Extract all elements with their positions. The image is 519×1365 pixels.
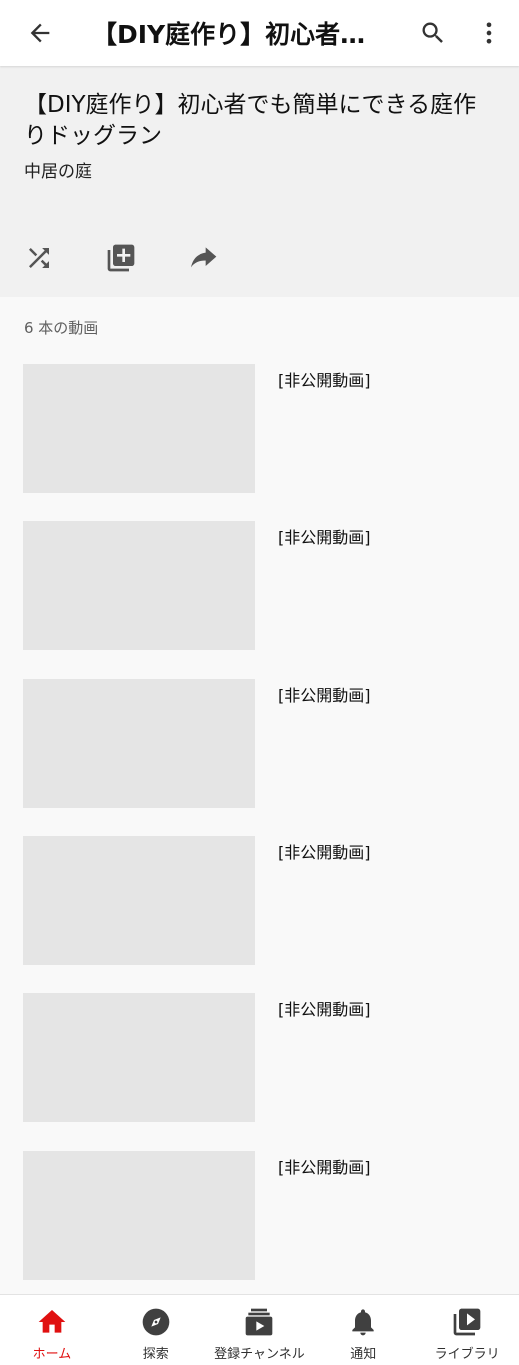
list-item[interactable]: [非公開動画]: [0, 521, 519, 651]
video-title: [非公開動画]: [278, 843, 371, 862]
playlist-actions: [14, 234, 228, 282]
nav-home[interactable]: ホーム: [0, 1295, 104, 1365]
video-title: [非公開動画]: [278, 528, 371, 547]
list-item[interactable]: [非公開動画]: [0, 836, 519, 966]
nav-label: ホーム: [32, 1347, 72, 1362]
page-title: 【DIY庭作り】初心者…: [92, 20, 366, 49]
video-title: [非公開動画]: [278, 1000, 371, 1019]
video-thumbnail[interactable]: [23, 521, 255, 650]
playlist-title: 【DIY庭作り】初心者でも簡単にできる庭作りドッグラン: [24, 92, 477, 149]
nav-label: 探索: [142, 1347, 169, 1362]
more-options-button[interactable]: [465, 9, 513, 57]
search-button[interactable]: [409, 9, 457, 57]
home-icon: [35, 1305, 69, 1339]
share-arrow-icon: [191, 247, 217, 268]
video-thumbnail[interactable]: [23, 1151, 255, 1280]
list-item[interactable]: [非公開動画]: [0, 993, 519, 1123]
video-thumbnail[interactable]: [23, 836, 255, 965]
nav-label: 通知: [350, 1347, 377, 1362]
library-add-icon: [107, 244, 135, 272]
bell-icon: [346, 1305, 380, 1339]
list-item[interactable]: [非公開動画]: [0, 679, 519, 809]
subscriptions-icon: [242, 1305, 276, 1339]
video-thumbnail[interactable]: [23, 679, 255, 808]
playlist-header: 【DIY庭作り】初心者でも簡単にできる庭作りドッグラン 中居の庭: [0, 66, 519, 297]
shuffle-button[interactable]: [14, 234, 64, 282]
video-thumbnail[interactable]: [23, 993, 255, 1122]
save-playlist-button[interactable]: [96, 234, 146, 282]
nav-notifications[interactable]: 通知: [311, 1295, 415, 1365]
app-root: 【DIY庭作り】初心者… 【DIY庭作り】初心者でも簡単にできる庭作りドッグラン…: [0, 0, 519, 1365]
search-icon: [422, 22, 443, 43]
library-icon: [450, 1305, 484, 1339]
video-title: [非公開動画]: [278, 1158, 371, 1177]
nav-label: 登録チャンネル: [214, 1347, 305, 1362]
nav-library[interactable]: ライブラリ: [415, 1295, 519, 1365]
bottom-navigation: ホーム 探索 登録チャンネル 通知 ライブラリ: [0, 1294, 519, 1365]
list-item[interactable]: [非公開動画]: [0, 1151, 519, 1281]
top-app-bar: 【DIY庭作り】初心者…: [0, 0, 519, 66]
video-title: [非公開動画]: [278, 371, 371, 390]
video-count: 6 本の動画: [24, 319, 99, 337]
explore-icon: [139, 1305, 173, 1339]
shuffle-icon: [29, 248, 49, 268]
back-arrow-icon: [30, 23, 50, 43]
nav-label: ライブラリ: [434, 1347, 500, 1362]
back-button[interactable]: [16, 9, 64, 57]
nav-explore[interactable]: 探索: [104, 1295, 208, 1365]
share-button[interactable]: [178, 234, 228, 282]
video-thumbnail[interactable]: [23, 364, 255, 493]
nav-subscriptions[interactable]: 登録チャンネル: [208, 1295, 312, 1365]
video-title: [非公開動画]: [278, 686, 371, 705]
list-item[interactable]: [非公開動画]: [0, 364, 519, 494]
channel-name[interactable]: 中居の庭: [24, 157, 92, 182]
more-vert-icon: [486, 22, 492, 44]
